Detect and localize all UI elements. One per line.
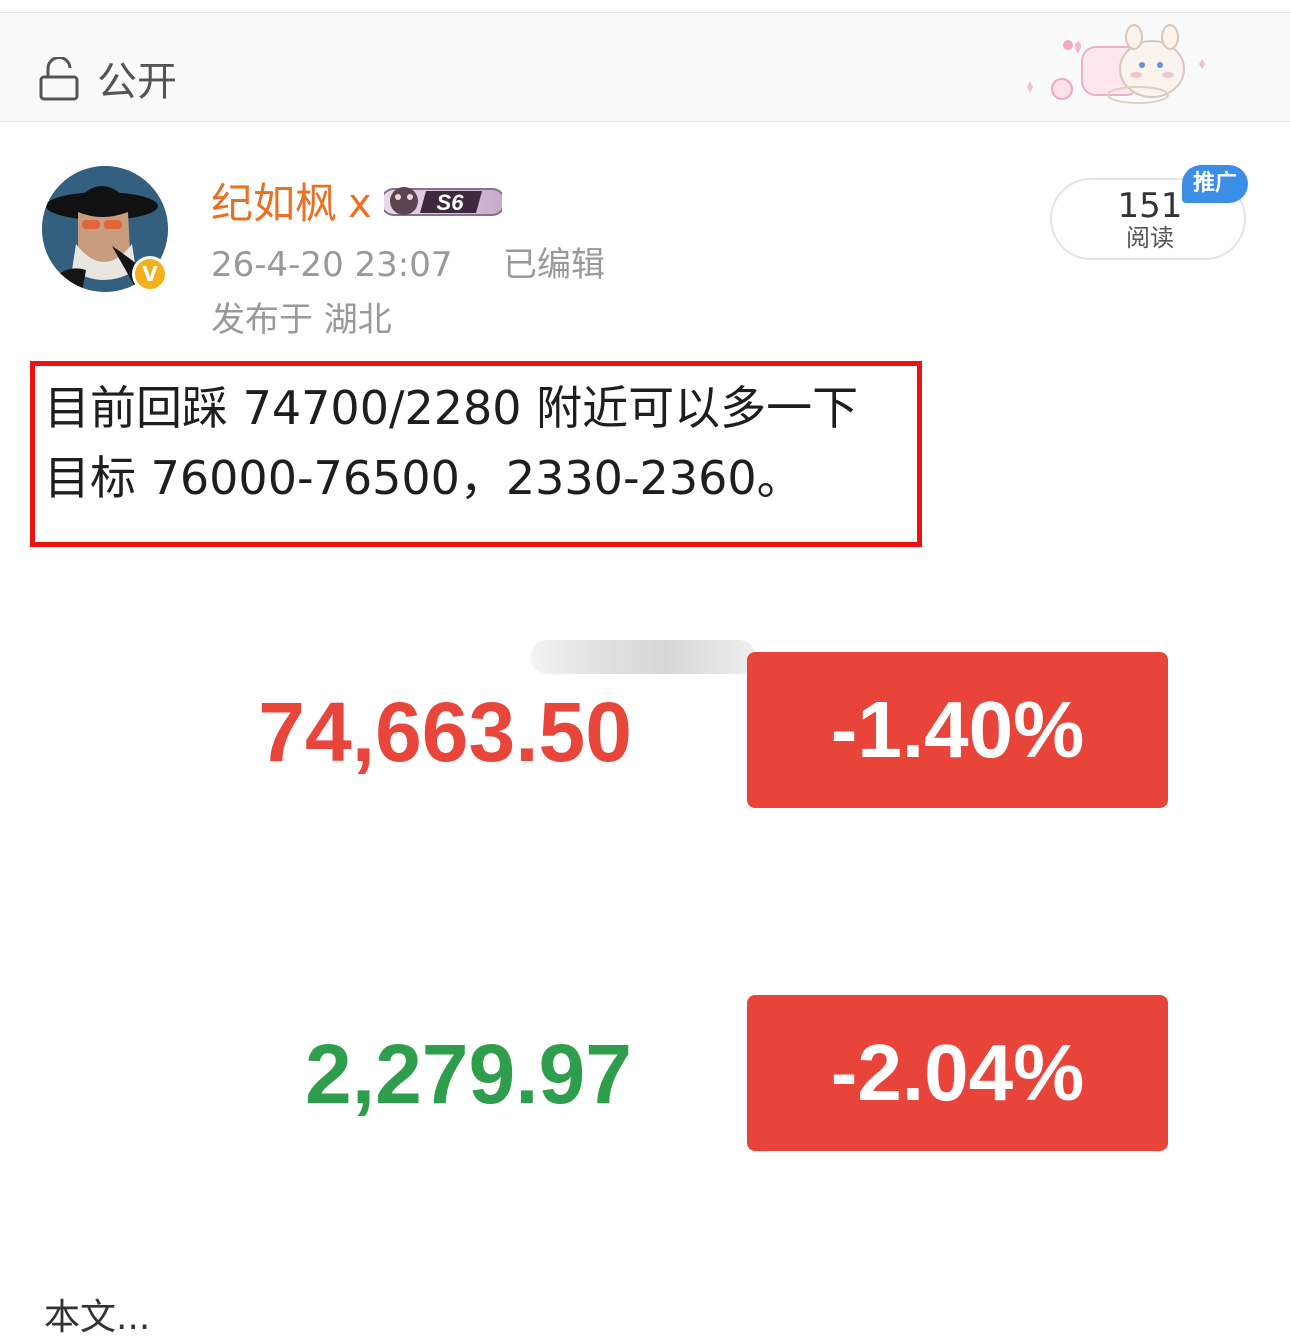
author-name[interactable]: 纪如枫 [211,180,337,228]
truncated-text: 本文... [44,1297,151,1338]
quote-change-badge: -1.40% [747,652,1168,808]
bunny-sticker-icon [1027,24,1205,104]
read-label: 阅读 [1126,224,1174,252]
author-name-suffix: x [348,181,372,227]
visibility-label[interactable]: 公开 [97,57,177,107]
post-location: 发布于 湖北 [211,300,392,340]
quote-change-badge: -2.04% [747,995,1168,1151]
quote-price: 2,279.97 [305,1027,632,1121]
post-text-line: 目前回踩 74700/2280 附近可以多一下 [44,381,859,435]
medal-text: S6 [437,190,465,215]
lock-open-icon [39,57,79,101]
verified-badge: V [132,256,168,292]
fan-medal-icon[interactable]: S6 [384,181,502,223]
edited-label[interactable]: 已编辑 [503,244,605,286]
blurred-label [530,640,756,674]
quote-price: 74,663.50 [258,685,632,779]
post-text-line: 目标 76000-76500，2330-2360。 [44,451,803,505]
promote-badge[interactable]: 推广 [1182,165,1248,203]
visibility-header: 公开 [0,13,1290,122]
post-timestamp: 26-4-20 23:07 [211,245,453,285]
